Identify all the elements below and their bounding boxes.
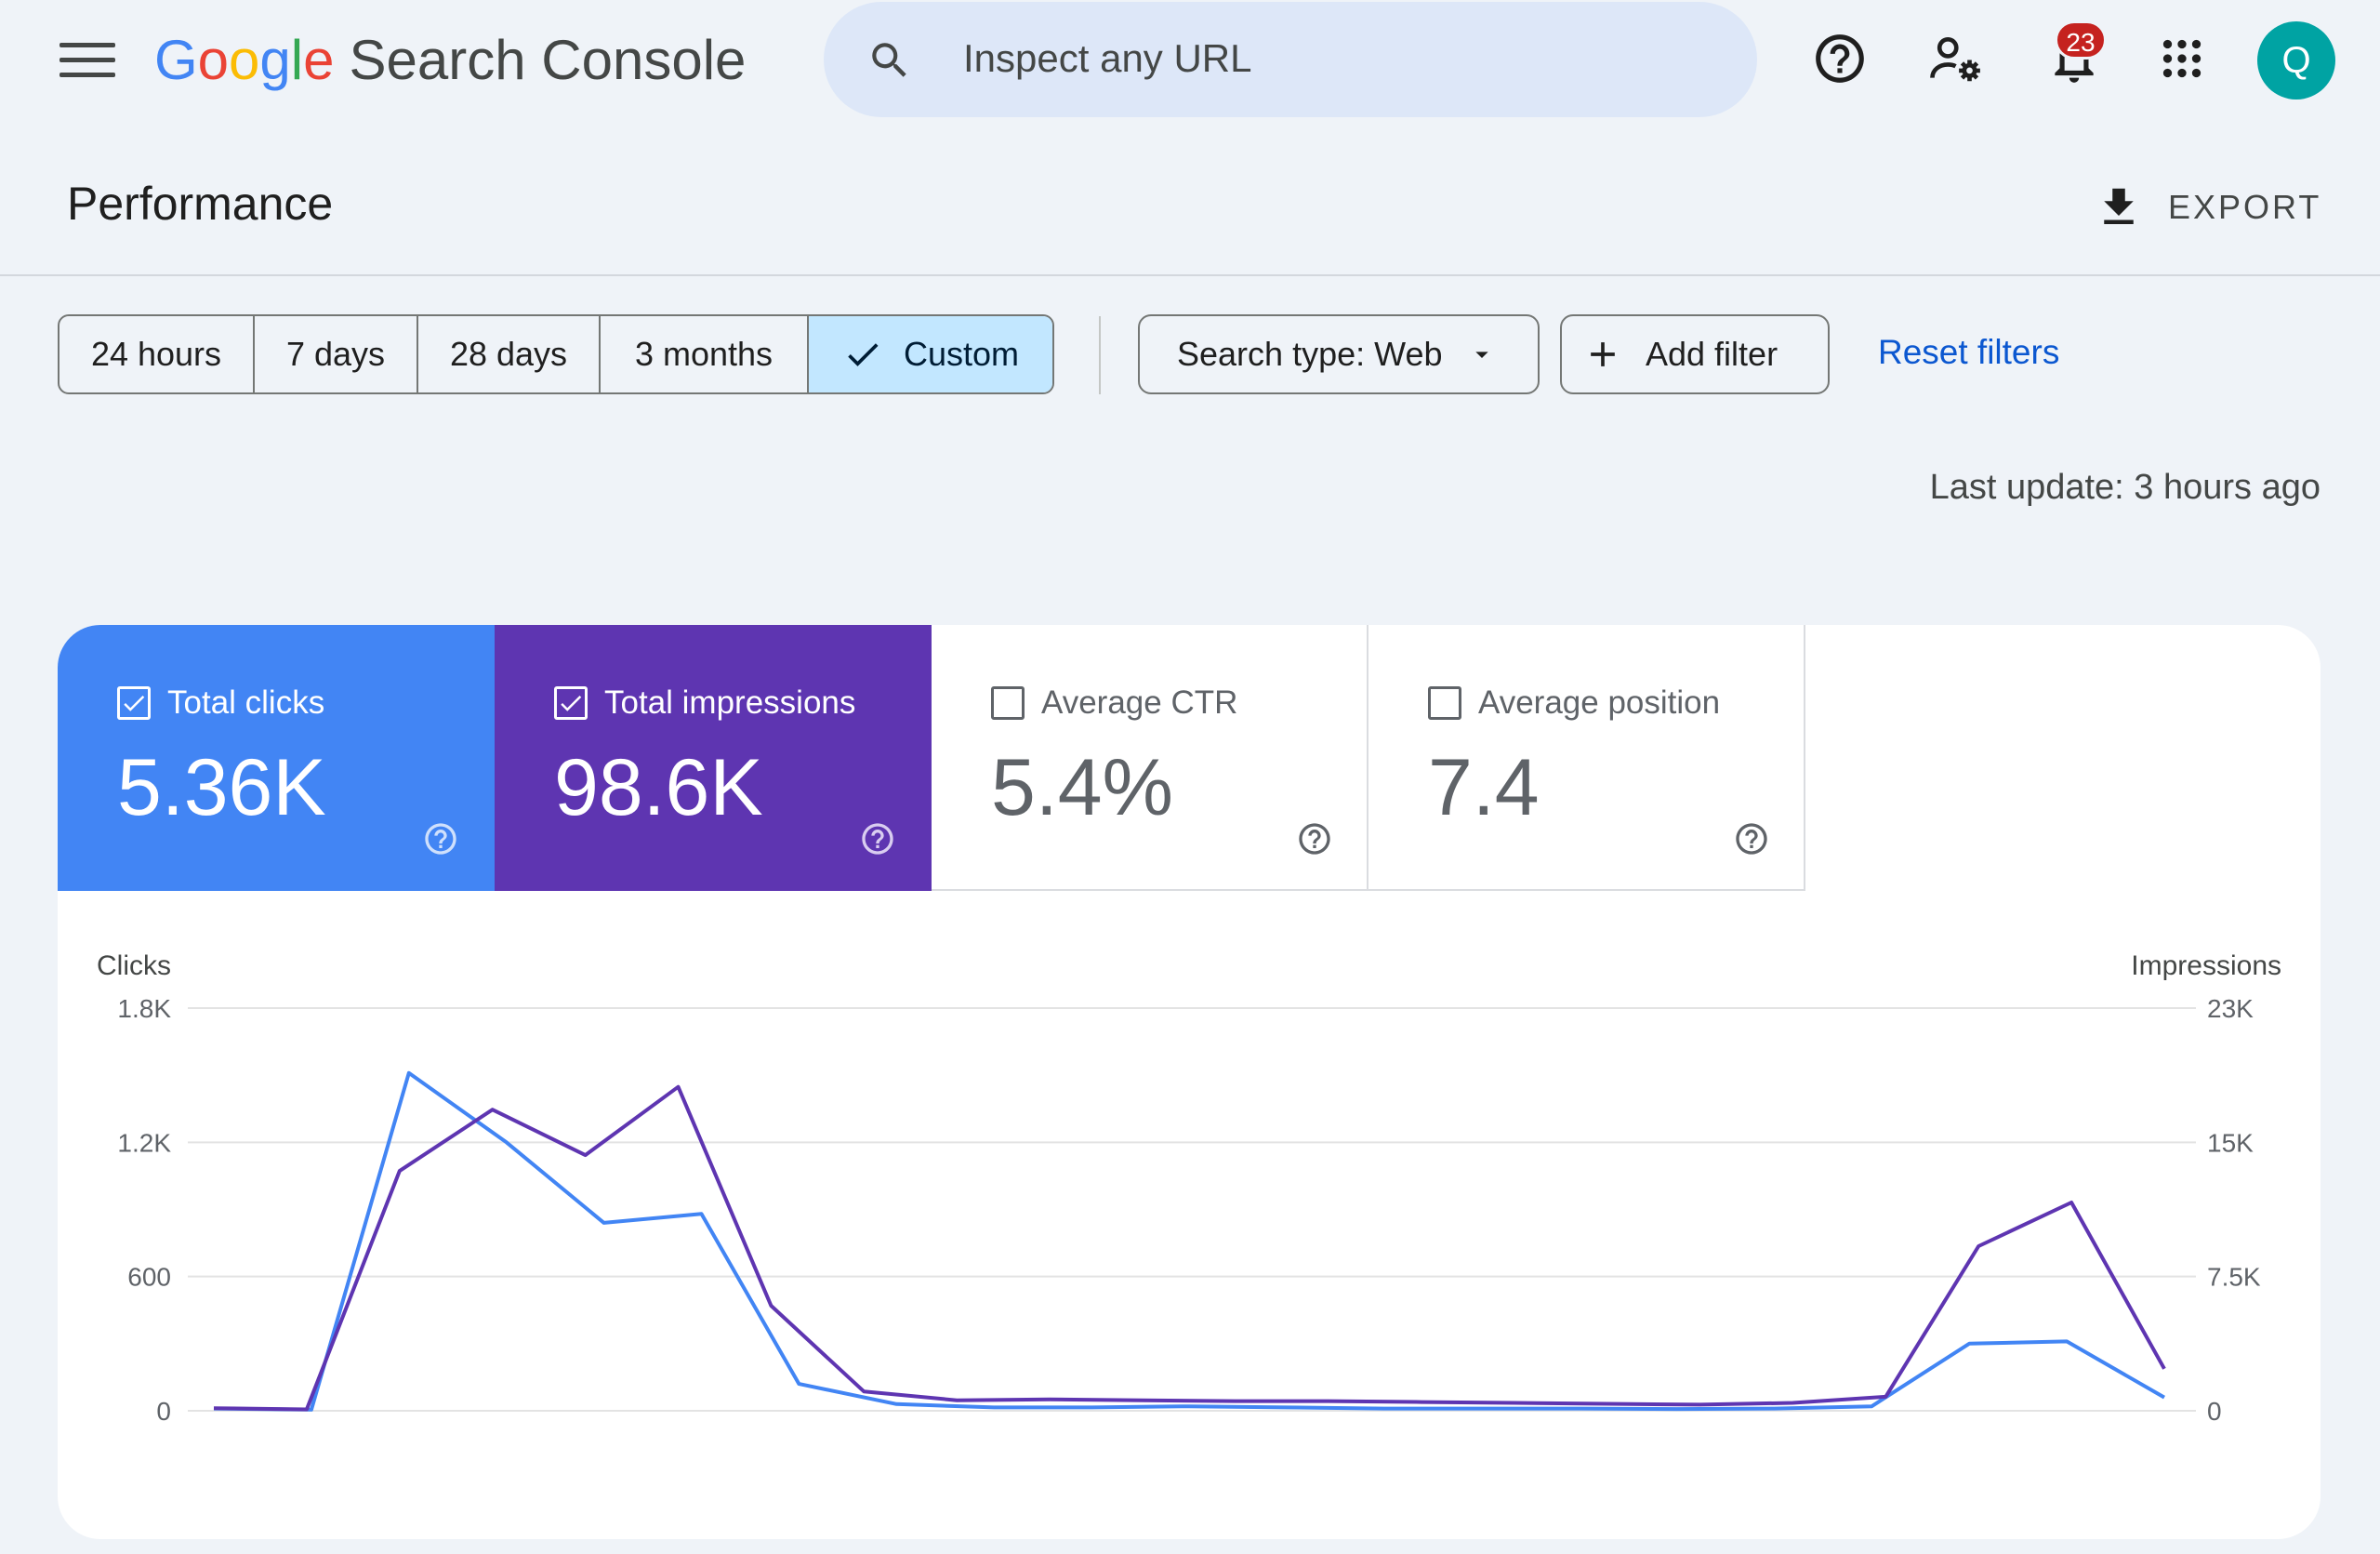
performance-card: Total clicks 5.36K Total impressions 98.… [58,625,2320,1539]
right-tick-label: 0 [2207,1397,2222,1426]
search-type-dropdown[interactable]: Search type: Web [1138,314,1540,394]
search-icon[interactable] [866,37,913,84]
left-tick-label: 600 [127,1263,171,1292]
right-tick-label: 7.5K [2207,1263,2261,1292]
right-tick-label: 15K [2207,1128,2254,1157]
date-range-24-hours[interactable]: 24 hours [60,316,255,392]
logo-letter: l [290,29,304,91]
search-type-label: Search type: Web [1177,335,1443,373]
check-icon [848,343,879,366]
main-menu-icon[interactable] [60,43,115,80]
url-inspection-bar[interactable] [824,2,1757,117]
notification-count-badge: 23 [2055,20,2107,60]
right-tick-label: 23K [2207,994,2254,1023]
date-range-7-days[interactable]: 7 days [255,316,418,392]
top-bar: GoogleSearch Console 23 Q [0,0,2380,130]
help-icon[interactable] [1811,30,1869,87]
logo-letter: o [229,29,260,91]
logo-letter: g [259,29,291,91]
logo-letter: G [154,29,198,91]
last-update-text: Last update: 3 hours ago [1929,468,2320,507]
filter-separator [1099,316,1101,394]
plus-icon [1591,342,1615,366]
date-range-custom[interactable]: Custom [809,316,1052,392]
left-tick-label: 1.8K [117,994,171,1023]
header-divider [0,274,2380,276]
export-button[interactable]: EXPORT [2094,182,2321,232]
download-icon [2104,188,2134,224]
date-range-28-days[interactable]: 28 days [418,316,601,392]
product-name: Search Console [349,29,747,91]
left-tick-label: 0 [156,1397,171,1426]
performance-chart: Clicks Impressions 1.8K 23K 1.2K 15K 600 7.5K… [97,950,2281,1426]
right-axis-label: Impressions [2131,950,2281,981]
user-settings-icon[interactable] [1926,30,1984,87]
logo[interactable]: Google Search Console [154,28,746,92]
logo-letter: o [197,29,230,91]
reset-filters-link[interactable]: Reset filters [1878,333,2059,372]
date-range-3-months[interactable]: 3 months [601,316,809,392]
page-title: Performance [67,178,334,230]
apps-grid-icon[interactable] [2153,30,2211,87]
date-range-selector: 24 hours 7 days 28 days 3 months Custom [58,314,1054,394]
account-avatar[interactable]: Q [2257,21,2335,100]
custom-range-label: Custom [903,335,1020,373]
clicks-series-line [213,1070,2165,1412]
url-inspection-input[interactable] [963,30,1707,87]
export-label: EXPORT [2168,188,2322,226]
logo-letter: e [303,29,335,91]
left-tick-label: 1.2K [117,1128,171,1157]
add-filter-label: Add filter [1646,335,1778,373]
impressions-series-line [213,1084,2166,1412]
left-axis-label: Clicks [97,950,171,981]
dropdown-arrow-icon [1474,352,1488,358]
add-filter-button[interactable]: Add filter [1560,314,1830,394]
